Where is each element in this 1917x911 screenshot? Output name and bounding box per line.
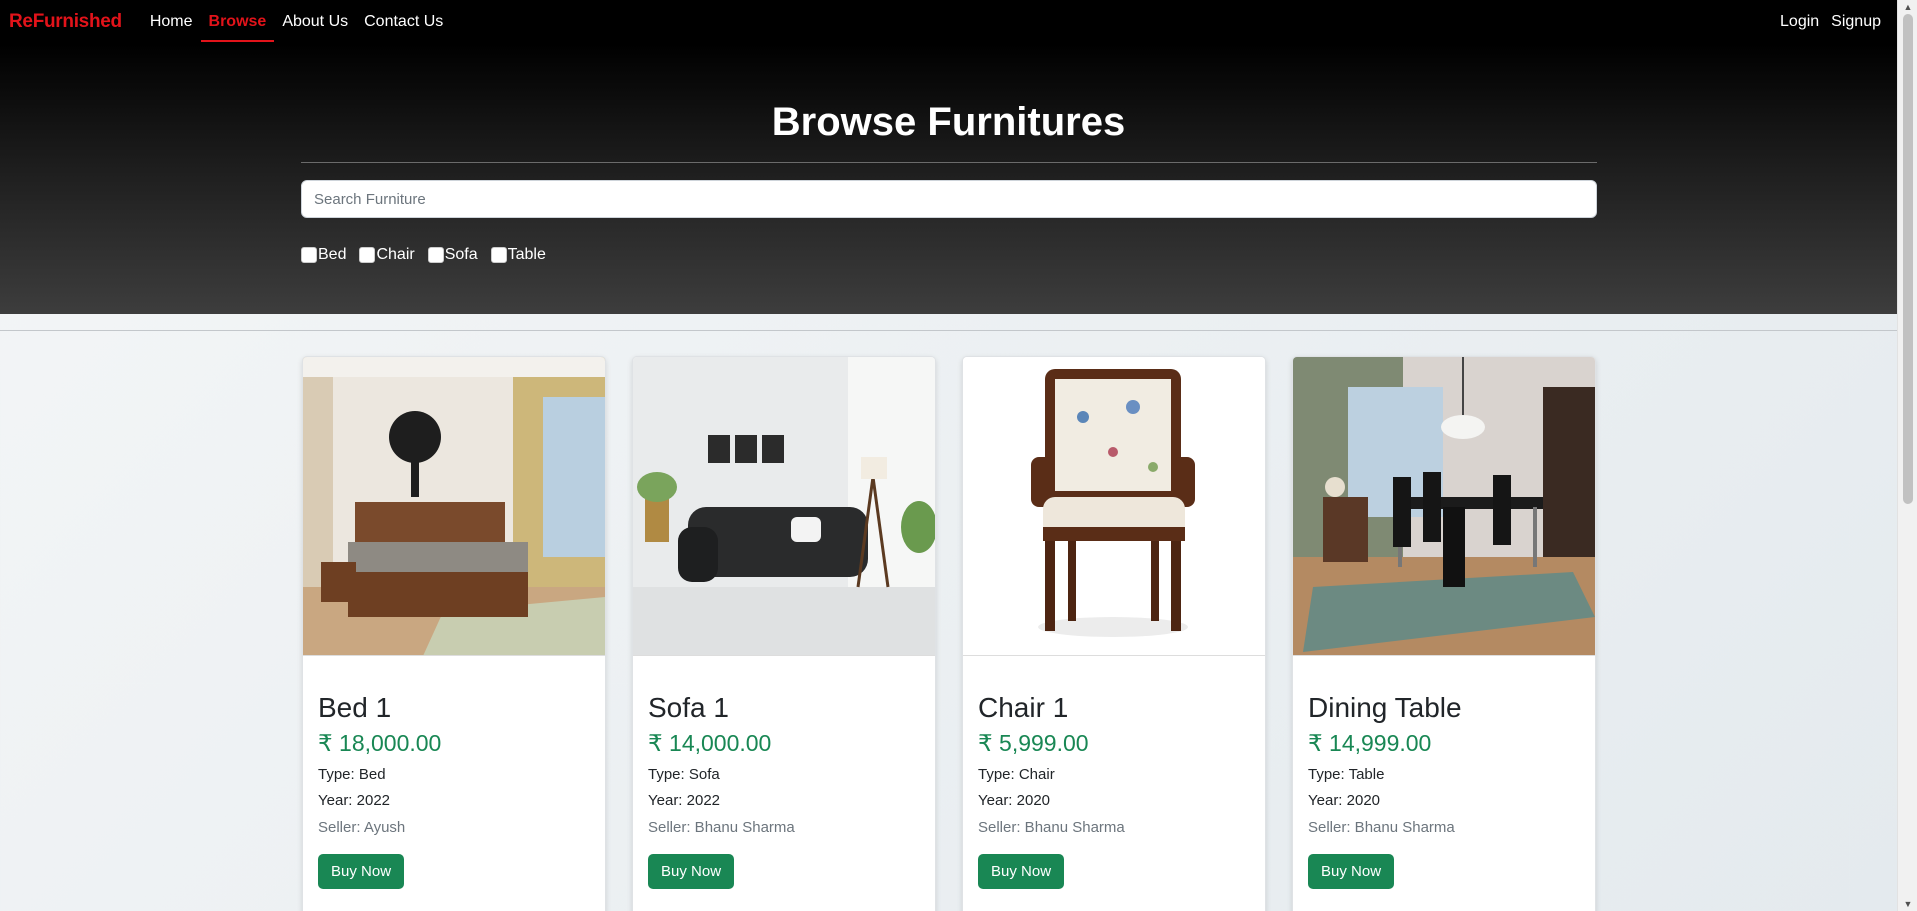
product-year: Year: 2022 — [318, 792, 391, 809]
page-title: Browse Furnitures — [771, 100, 1126, 144]
product-type: Type: Chair — [978, 766, 1055, 783]
sofa-checkbox[interactable] — [427, 247, 444, 263]
buy-now-button[interactable]: Buy Now — [318, 854, 405, 889]
chair-checkbox[interactable] — [359, 247, 376, 263]
product-type: Type: Sofa — [648, 766, 720, 783]
nav-right: Login Signup — [1774, 0, 1887, 44]
filter-chair[interactable]: Chair — [359, 246, 415, 264]
product-title: Dining Table — [1308, 692, 1462, 723]
product-card: Bed 1 ₹ 18,000.00 Type: Bed Year: 2022 S… — [302, 356, 606, 911]
product-title: Bed 1 — [318, 692, 392, 723]
product-price: ₹ 18,000.00 — [318, 730, 442, 756]
bed-checkbox[interactable] — [301, 247, 317, 263]
sofa-photo[interactable] — [633, 357, 935, 656]
navbar: ReFurnished Home Browse About Us Contact… — [0, 0, 1897, 44]
signup-link[interactable]: Signup — [1825, 0, 1887, 44]
hero-section: Browse Furnitures Bed Chair Sofa Table — [0, 44, 1897, 314]
filter-label-chair: Chair — [376, 246, 415, 263]
login-link[interactable]: Login — [1774, 0, 1825, 44]
product-card: Dining Table ₹ 14,999.00 Type: Table Yea… — [1292, 356, 1596, 911]
filter-sofa[interactable]: Sofa — [427, 246, 478, 264]
nav-link-home[interactable]: Home — [142, 0, 201, 44]
product-type: Type: Bed — [318, 766, 386, 783]
buy-now-button[interactable]: Buy Now — [648, 854, 735, 889]
filter-label-bed: Bed — [318, 246, 347, 263]
search-input[interactable] — [301, 180, 1597, 218]
product-year: Year: 2020 — [978, 792, 1051, 809]
filter-bed[interactable]: Bed — [301, 246, 346, 264]
filter-label-sofa: Sofa — [444, 246, 478, 263]
product-seller: Seller: Bhanu Sharma — [648, 819, 795, 836]
product-price: ₹ 14,000.00 — [648, 730, 772, 756]
product-year: Year: 2020 — [1308, 792, 1381, 809]
section-divider — [0, 330, 1897, 331]
scroll-up-icon[interactable]: ▲ — [1898, 0, 1917, 14]
scroll-down-icon[interactable]: ▼ — [1898, 897, 1917, 911]
vertical-scrollbar[interactable]: ▲ ▼ — [1897, 0, 1917, 911]
product-seller: Seller: Bhanu Sharma — [1308, 819, 1455, 836]
bed-photo[interactable] — [303, 357, 605, 656]
product-title: Sofa 1 — [648, 692, 729, 723]
hero-divider — [301, 162, 1597, 163]
buy-now-button[interactable]: Buy Now — [978, 854, 1065, 889]
nav-link-contact-us[interactable]: Contact Us — [356, 0, 451, 44]
nav-link-about-us[interactable]: About Us — [274, 0, 356, 44]
nav-link-browse[interactable]: Browse — [200, 0, 275, 44]
product-title: Chair 1 — [978, 692, 1069, 723]
table-checkbox[interactable] — [490, 247, 507, 263]
filter-table[interactable]: Table — [490, 246, 546, 264]
product-grid: Bed 1 ₹ 18,000.00 Type: Bed Year: 2022 S… — [302, 356, 1596, 911]
dining-table-photo[interactable] — [1293, 357, 1595, 656]
product-year: Year: 2022 — [648, 792, 721, 809]
product-seller: Seller: Bhanu Sharma — [978, 819, 1125, 836]
product-seller: Seller: Ayush — [318, 819, 406, 836]
product-card: Chair 1 ₹ 5,999.00 Type: Chair Year: 202… — [962, 356, 1266, 911]
product-price: ₹ 5,999.00 — [978, 730, 1089, 756]
brand-logo[interactable]: ReFurnished — [9, 11, 122, 33]
scrollbar-thumb[interactable] — [1903, 14, 1913, 504]
product-price: ₹ 14,999.00 — [1308, 730, 1432, 756]
buy-now-button[interactable]: Buy Now — [1308, 854, 1395, 889]
product-type: Type: Table — [1308, 766, 1385, 783]
type-filters: Bed Chair Sofa Table — [301, 246, 546, 264]
chair-photo[interactable] — [963, 357, 1265, 656]
product-card: Sofa 1 ₹ 14,000.00 Type: Sofa Year: 2022… — [632, 356, 936, 911]
filter-label-table: Table — [507, 246, 546, 263]
